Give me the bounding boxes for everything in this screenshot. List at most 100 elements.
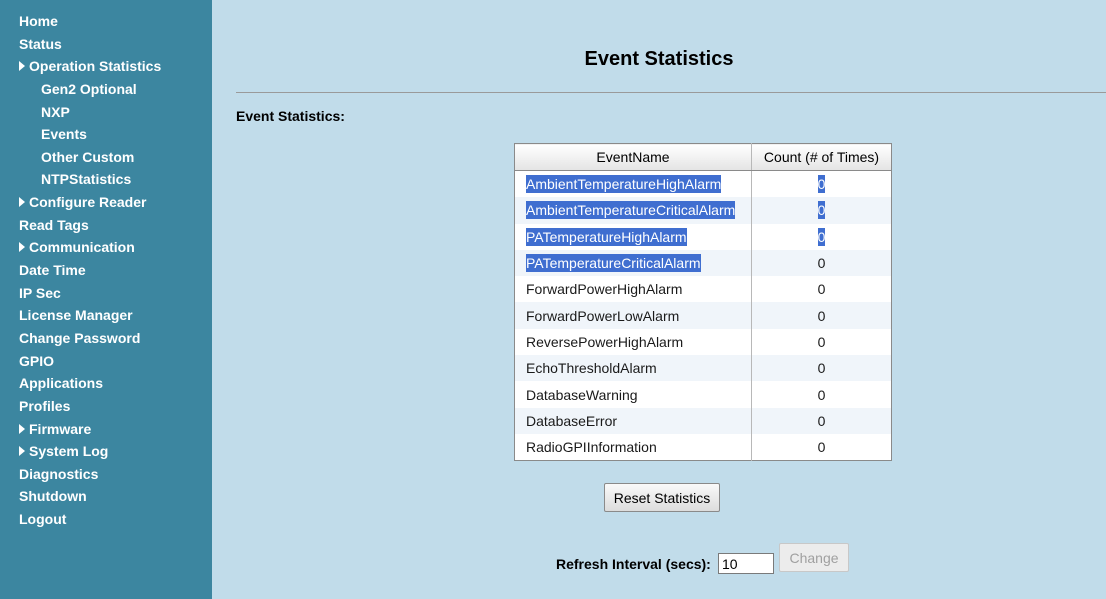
event-count: 0 xyxy=(817,227,826,246)
expand-arrow-icon xyxy=(19,61,25,72)
event-name: ReversePowerHighAlarm xyxy=(526,333,684,350)
sidebar-item-label: License Manager xyxy=(19,307,133,324)
sidebar-item-events[interactable]: Events xyxy=(0,123,212,146)
table-row: EchoThresholdAlarm 0 xyxy=(514,355,892,382)
event-name: RadioGPIInformation xyxy=(526,439,657,456)
sidebar-item-license-manager[interactable]: License Manager xyxy=(0,304,212,327)
sidebar-item-label: Communication xyxy=(29,239,135,256)
event-count-cell: 0 xyxy=(752,434,892,461)
event-count-cell: 0 xyxy=(751,407,892,434)
table-row: ForwardPowerLowAlarm 0 xyxy=(514,302,892,329)
expand-arrow-icon xyxy=(19,242,25,253)
sidebar-item-change-password[interactable]: Change Password xyxy=(0,327,212,350)
sidebar-item-label: Operation Statistics xyxy=(29,58,162,75)
event-count: 0 xyxy=(817,439,826,456)
refresh-interval-label: Refresh Interval (secs): xyxy=(556,556,711,572)
sidebar-item-home[interactable]: Home xyxy=(0,10,212,33)
sidebar-item-label: Profiles xyxy=(19,397,71,414)
event-name-cell: DatabaseError xyxy=(514,407,752,434)
event-name-cell: PATemperatureHighAlarm xyxy=(514,223,752,250)
event-name: PATemperatureCriticalAlarm xyxy=(526,254,701,273)
event-count: 0 xyxy=(817,386,826,403)
event-name: ForwardPowerLowAlarm xyxy=(526,307,680,324)
sidebar-item-status[interactable]: Status xyxy=(0,33,212,56)
expand-arrow-icon xyxy=(19,423,25,434)
change-button[interactable]: Change xyxy=(779,543,849,572)
sidebar-item-label: System Log xyxy=(29,443,109,460)
event-name-cell: ReversePowerHighAlarm xyxy=(514,328,752,356)
sidebar-item-gpio[interactable]: GPIO xyxy=(0,350,212,373)
table-row: AmbientTemperatureHighAlarm 0 xyxy=(514,170,892,198)
sidebar-item-applications[interactable]: Applications xyxy=(0,372,212,395)
table-row: AmbientTemperatureCriticalAlarm 0 xyxy=(514,197,892,224)
sidebar-item-label: Home xyxy=(19,13,58,29)
sidebar-item-shutdown[interactable]: Shutdown xyxy=(0,485,212,508)
title-divider xyxy=(236,92,1106,93)
event-name: AmbientTemperatureHighAlarm xyxy=(526,175,722,194)
sidebar-item-logout[interactable]: Logout xyxy=(0,508,212,531)
event-count-cell: 0 xyxy=(752,224,892,250)
event-name-cell: ForwardPowerHighAlarm xyxy=(514,276,752,303)
sidebar-item-label: NTPStatistics xyxy=(41,171,132,188)
sidebar-nav: Home Status Operation Statistics Gen2 Optio… xyxy=(0,0,212,599)
event-count-cell: 0 xyxy=(751,197,892,224)
main-content: Event Statistics Event Statistics: Event… xyxy=(212,0,1106,599)
event-count: 0 xyxy=(817,281,826,298)
event-count: 0 xyxy=(817,360,826,377)
sidebar-item-communication[interactable]: Communication xyxy=(0,236,212,259)
table-row: PATemperatureHighAlarm 0 xyxy=(514,223,892,250)
event-name-cell: RadioGPIInformation xyxy=(514,433,752,461)
event-count-cell: 0 xyxy=(751,302,892,329)
column-header-count: Count (# of Times) xyxy=(751,143,892,171)
sidebar-item-label: Other Custom xyxy=(41,148,135,165)
sidebar-item-label: Status xyxy=(19,35,62,52)
event-name: EchoThresholdAlarm xyxy=(526,360,657,377)
sidebar-item-label: Shutdown xyxy=(19,488,87,505)
event-name: PATemperatureHighAlarm xyxy=(526,227,687,246)
event-name: DatabaseError xyxy=(526,412,618,429)
sidebar-item-label: Applications xyxy=(19,375,104,392)
event-name-cell: PATemperatureCriticalAlarm xyxy=(514,249,752,277)
event-name-cell: DatabaseWarning xyxy=(514,381,752,408)
event-name: AmbientTemperatureCriticalAlarm xyxy=(526,201,736,220)
event-count: 0 xyxy=(817,412,826,429)
sidebar-item-diagnostics[interactable]: Diagnostics xyxy=(0,463,212,486)
event-count: 0 xyxy=(817,307,826,324)
sidebar-item-profiles[interactable]: Profiles xyxy=(0,395,212,418)
table-row: DatabaseWarning 0 xyxy=(514,381,892,408)
sidebar-item-operation-statistics[interactable]: Operation Statistics xyxy=(0,55,212,78)
event-count-cell: 0 xyxy=(752,276,892,302)
sidebar-item-firmware[interactable]: Firmware xyxy=(0,418,212,441)
sidebar-item-label: Configure Reader xyxy=(29,194,147,211)
sidebar-item-configure-reader[interactable]: Configure Reader xyxy=(0,191,212,214)
table-row: ForwardPowerHighAlarm 0 xyxy=(514,276,892,303)
table-body: AmbientTemperatureHighAlarm 0 AmbientTempe… xyxy=(514,170,892,461)
event-count: 0 xyxy=(817,255,826,272)
sidebar-item-read-tags[interactable]: Read Tags xyxy=(0,214,212,237)
sidebar-item-gen2-optional[interactable]: Gen2 Optional xyxy=(0,78,212,101)
event-name: DatabaseWarning xyxy=(526,386,638,403)
sidebar-item-label: Logout xyxy=(19,511,67,528)
sidebar-item-date-time[interactable]: Date Time xyxy=(0,259,212,282)
nav-list: Home Status Operation Statistics Gen2 Optio… xyxy=(0,0,212,531)
event-count-cell: 0 xyxy=(752,329,892,355)
event-name-cell: AmbientTemperatureCriticalAlarm xyxy=(514,197,752,224)
event-name: ForwardPowerHighAlarm xyxy=(526,281,683,298)
page-title: Event Statistics xyxy=(584,48,734,70)
event-statistics-table: EventName Count (# of Times) AmbientTemp… xyxy=(514,143,892,462)
sidebar-item-nxp[interactable]: NXP xyxy=(0,101,212,124)
table-row: ReversePowerHighAlarm 0 xyxy=(514,328,892,356)
sidebar-item-ip-sec[interactable]: IP Sec xyxy=(0,282,212,305)
event-name-cell: EchoThresholdAlarm xyxy=(514,355,752,382)
reset-statistics-button[interactable]: Reset Statistics xyxy=(604,483,720,512)
refresh-interval-input[interactable] xyxy=(718,553,774,574)
sidebar-item-other-custom[interactable]: Other Custom xyxy=(0,146,212,169)
sidebar-item-label: Date Time xyxy=(19,262,86,279)
sidebar-item-system-log[interactable]: System Log xyxy=(0,440,212,463)
event-count-cell: 0 xyxy=(751,355,892,382)
event-count: 0 xyxy=(817,175,826,194)
event-count: 0 xyxy=(817,201,826,220)
event-count: 0 xyxy=(817,333,826,350)
sidebar-item-ntpstatistics[interactable]: NTPStatistics xyxy=(0,168,212,191)
event-count-cell: 0 xyxy=(751,249,892,277)
